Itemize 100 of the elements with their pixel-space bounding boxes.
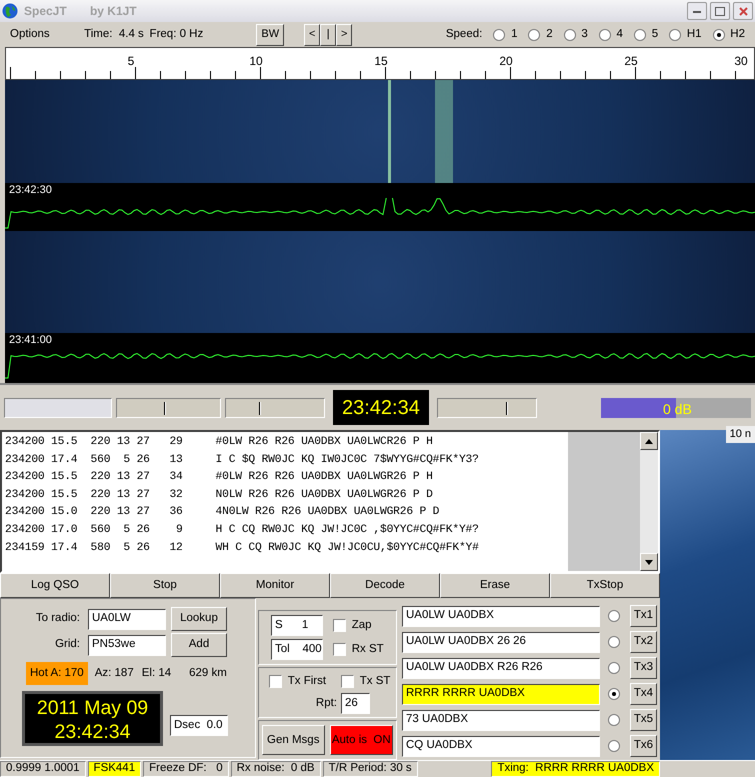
speed-label: Speed:	[446, 26, 482, 42]
close-button[interactable]	[733, 2, 753, 20]
maximize-button[interactable]	[710, 2, 730, 20]
tx-radio[interactable]	[608, 714, 620, 726]
rpt-field[interactable]: 26	[341, 693, 370, 714]
window-subtitle: by K1JT	[90, 3, 137, 20]
slider[interactable]	[436, 398, 537, 418]
checkbox-label: Tx ST	[360, 674, 390, 689]
tx-button[interactable]: Tx6	[630, 735, 657, 757]
tx-message-field[interactable]: CQ UA0DBX	[402, 736, 600, 756]
status-field: FSK441	[88, 761, 142, 777]
slider[interactable]	[116, 398, 221, 418]
decode-line: 234200 17.0 560 5 26 9 H C CQ RW0JC KQ JW!JC0C ,$0YYC#CQ#FK*Y#?	[5, 522, 480, 538]
status-field: 0.9999 1.0001	[0, 761, 86, 777]
ruler-label: 5	[128, 53, 134, 70]
checkbox[interactable]	[333, 619, 346, 632]
ruler-label: 10	[249, 53, 263, 70]
checkbox-label: Zap	[352, 618, 372, 633]
command-button[interactable]: Decode	[330, 573, 440, 598]
date-readout: 2011 May 09	[36, 696, 150, 720]
to-radio-field[interactable]: UA0LW	[88, 608, 166, 630]
s-field[interactable]: S 1	[271, 615, 323, 636]
decode-line: 234200 15.5 220 13 27 34 #0LW R26 R26 UA0DBX UA0LWGR26 P H	[5, 470, 434, 486]
bw-button[interactable]: BW	[256, 24, 284, 46]
tx-button[interactable]: Tx1	[630, 605, 657, 627]
dsec-field: Dsec 0.0	[170, 715, 228, 736]
azimuth-readout: Az: 187	[94, 666, 134, 681]
ruler-label: 30	[734, 53, 748, 70]
speed-radio[interactable]	[598, 28, 611, 40]
down-arrow-icon[interactable]	[645, 560, 653, 564]
grid-field[interactable]: PN53we	[88, 634, 166, 656]
decode-line: 234200 17.4 560 5 26 13 I C $Q RW0JC KQ IW0JC0C 7$WYYG#CQ#FK*Y3?	[5, 452, 480, 468]
command-button[interactable]: TxStop	[550, 573, 660, 598]
speed-radio[interactable]	[493, 28, 506, 40]
command-button[interactable]: Stop	[110, 573, 220, 598]
tx-radio[interactable]	[608, 688, 620, 700]
speed-radio[interactable]	[669, 28, 682, 40]
tx-radio[interactable]	[608, 636, 620, 648]
status-field: Freeze DF: 0	[143, 761, 229, 777]
gen-msgs-button[interactable]: Gen Msgs	[262, 725, 324, 756]
checkbox[interactable]	[269, 675, 282, 688]
txing-status: Txing: RRRR RRRR UA0DBX	[491, 761, 660, 777]
ruler-label: 15	[374, 53, 388, 70]
speed-option-label: H1	[686, 26, 702, 42]
speed-radio[interactable]	[528, 28, 540, 40]
tx-message-field[interactable]: UA0LW UA0DBX R26 R26	[402, 658, 600, 678]
scroll-up-button[interactable]	[640, 432, 658, 450]
nav-button[interactable]: >	[336, 24, 352, 46]
tx-radio[interactable]	[608, 662, 620, 674]
speed-radio[interactable]	[634, 28, 646, 40]
tx-button[interactable]: Tx4	[630, 683, 657, 705]
hot-azimuth-badge: Hot A: 170	[26, 662, 88, 686]
lookup-button[interactable]: Lookup	[171, 607, 227, 631]
speed-radio[interactable]	[712, 28, 725, 40]
slider[interactable]	[225, 398, 325, 418]
tolerance-field[interactable]: Tol 400	[271, 639, 323, 660]
maximize-icon[interactable]	[715, 6, 726, 16]
globe-icon	[2, 3, 18, 19]
tx-button[interactable]: Tx5	[630, 709, 657, 731]
freq-readout: Freq: 0 Hz	[150, 26, 204, 42]
slider-thumb[interactable]	[259, 402, 262, 414]
checkbox-label: Tx First	[288, 674, 326, 689]
auto-button[interactable]: Auto is ON	[330, 725, 393, 756]
tx-button[interactable]: Tx2	[630, 631, 657, 653]
slider-thumb[interactable]	[506, 402, 508, 414]
minimize-icon[interactable]	[693, 10, 702, 12]
slider-thumb[interactable]	[164, 402, 166, 414]
ruler-label: 25	[624, 53, 638, 70]
up-arrow-icon[interactable]	[645, 438, 653, 444]
desktop-text: 10 n	[726, 426, 755, 442]
speed-option-label: 5	[652, 26, 658, 42]
speed-radio[interactable]	[564, 28, 576, 40]
options-menu[interactable]: Options	[10, 26, 50, 44]
timestamp: 23:42:30	[8, 183, 53, 198]
minimize-button[interactable]	[687, 2, 708, 20]
tx-radio[interactable]	[608, 610, 620, 622]
nav-button[interactable]: <	[304, 24, 320, 46]
grid-label: Grid:	[54, 637, 80, 652]
decode-line: 234159 17.4 580 5 26 12 WH C CQ RW0JC KQ JW!JC0CU,$0YYC#CQ#FK*Y#	[5, 540, 480, 556]
tx-message-field[interactable]: RRRR RRRR UA0DBX	[402, 684, 600, 704]
nav-button[interactable]: |	[320, 24, 336, 46]
command-button[interactable]: Erase	[440, 573, 550, 598]
checkbox[interactable]	[333, 643, 346, 656]
rpt-label: Rpt:	[314, 696, 337, 712]
tx-radio[interactable]	[608, 740, 620, 752]
close-icon[interactable]	[738, 6, 748, 16]
status-field: T/R Period: 30 s	[322, 761, 418, 777]
tx-message-field[interactable]: 73 UA0DBX	[402, 710, 600, 730]
tx-message-field[interactable]: UA0LW UA0DBX 26 26	[402, 632, 600, 652]
time-readout: 23:42:34	[54, 720, 132, 744]
tx-button[interactable]: Tx3	[630, 657, 657, 679]
command-button[interactable]: Monitor	[220, 573, 330, 598]
scroll-down-button[interactable]	[640, 553, 658, 571]
tx-message-field[interactable]: UA0LW UA0DBX	[402, 606, 600, 626]
checkbox[interactable]	[341, 675, 354, 688]
speed-option-label: 4	[616, 26, 623, 42]
to-radio-label: To radio:	[34, 611, 80, 626]
speed-option-label: 2	[546, 26, 553, 42]
add-button[interactable]: Add	[171, 633, 227, 657]
command-button[interactable]: Log QSO	[0, 573, 110, 598]
